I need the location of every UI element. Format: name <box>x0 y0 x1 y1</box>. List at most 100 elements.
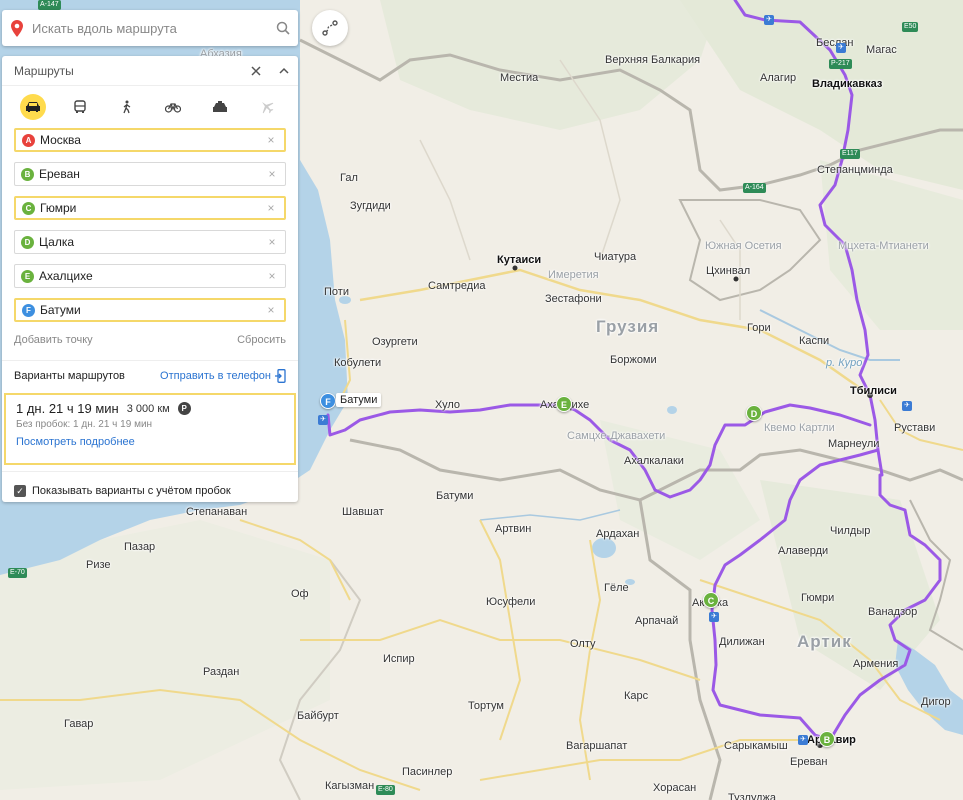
route-distance: 3 000 км <box>126 402 170 415</box>
place-label: Цхинвал <box>706 265 751 277</box>
place-label: Самтредиа <box>428 280 486 292</box>
waypoint-value: Батуми <box>40 303 81 317</box>
waypoint-field[interactable]: E Ахалцихе × <box>14 264 286 288</box>
waypoint-field[interactable]: C Гюмри × <box>14 196 286 220</box>
place-label: Зестафони <box>545 293 602 305</box>
place-label: Кагызман <box>325 780 375 792</box>
place-label: Верхняя Балкария <box>605 54 701 66</box>
route-icon <box>322 20 338 36</box>
clear-icon[interactable]: × <box>264 133 278 147</box>
waypoint-letter: A <box>22 133 35 147</box>
close-icon[interactable] <box>242 56 270 86</box>
place-label: Вагаршапат <box>566 740 628 752</box>
place-label: Поти <box>324 286 349 298</box>
route-no-traffic: Без пробок: 1 дн. 21 ч 19 мин <box>16 419 153 430</box>
clear-icon[interactable]: × <box>265 269 279 283</box>
route-pin-label: Батуми <box>336 393 382 407</box>
road-sign: E-70 <box>8 568 27 578</box>
walk-mode-icon[interactable] <box>114 94 140 120</box>
airport-icon: ✈ <box>902 401 912 411</box>
waypoint-field[interactable]: F Батуми × <box>14 298 286 322</box>
place-label: Арпачай <box>635 615 679 627</box>
reset-link[interactable]: Сбросить <box>237 334 286 354</box>
place-label: Самцхе-Джавахети <box>567 430 666 442</box>
route-pin-b[interactable]: B <box>819 731 835 747</box>
clear-icon[interactable]: × <box>264 303 278 317</box>
bus-mode-icon[interactable] <box>67 94 93 120</box>
plane-mode-icon[interactable] <box>254 94 280 120</box>
place-label: Южная Осетия <box>705 240 782 252</box>
search-icon[interactable] <box>268 10 298 46</box>
clear-icon[interactable]: × <box>265 235 279 249</box>
route-variant-card[interactable]: 1 дн. 21 ч 19 мин 3 000 км P Без пробок:… <box>4 393 296 465</box>
place-label: Беслан <box>816 37 854 49</box>
waypoint-value: Ахалцихе <box>39 269 93 283</box>
place-label: Тузлуджа <box>728 792 776 800</box>
road-sign: A-147 <box>38 0 61 10</box>
place-label: Марнеули <box>828 438 880 450</box>
variants-row: Варианты маршрутов Отправить в телефон <box>2 361 298 391</box>
place-label: Гёле <box>604 582 629 594</box>
transport-modes <box>2 86 298 128</box>
route-pin-e[interactable]: E <box>556 396 572 412</box>
paid-road-icon: P <box>177 402 191 415</box>
phone-icon <box>275 369 286 383</box>
route-pin-c[interactable]: C <box>703 592 719 608</box>
taxi-mode-icon[interactable] <box>207 94 233 120</box>
road-sign: E117 <box>840 149 860 159</box>
place-label: Гавар <box>64 718 94 730</box>
place-label: Ардахан <box>596 528 640 540</box>
clear-icon[interactable]: × <box>265 167 279 181</box>
bike-mode-icon[interactable] <box>160 94 186 120</box>
waypoint-value: Ереван <box>39 167 80 181</box>
place-label: Степанцминда <box>817 164 893 176</box>
place-label: Олту <box>570 638 596 650</box>
route-search-box <box>2 10 298 46</box>
send-to-phone-link[interactable]: Отправить в телефон <box>160 369 286 383</box>
traffic-option[interactable]: ✓ Показывать варианты с учётом пробок <box>2 471 298 509</box>
chevron-up-icon[interactable] <box>270 56 298 86</box>
waypoint-value: Гюмри <box>40 201 77 215</box>
waypoint-letter: D <box>21 235 34 249</box>
add-point-link[interactable]: Добавить точку <box>14 334 93 354</box>
road-sign: A-164 <box>743 183 766 193</box>
place-label: Хуло <box>435 399 461 411</box>
place-label: Боржоми <box>610 354 657 366</box>
place-label: Местиа <box>500 72 539 84</box>
place-label: Квемо Картли <box>764 422 835 434</box>
clear-icon[interactable]: × <box>264 201 278 215</box>
place-label: Алаверди <box>778 545 829 557</box>
car-mode-icon[interactable] <box>20 94 47 120</box>
route-search-input[interactable] <box>32 20 268 36</box>
route-details-link[interactable]: Посмотреть подробнее <box>16 436 284 448</box>
country-label: Артик <box>797 632 852 651</box>
place-label: Каспи <box>799 335 830 347</box>
place-label: Озургети <box>372 336 418 348</box>
traffic-checkbox-label: Показывать варианты с учётом пробок <box>32 484 231 497</box>
variants-label: Варианты маршрутов <box>14 370 125 382</box>
place-label: Рустави <box>894 422 936 434</box>
place-label: Пазар <box>124 541 156 553</box>
place-label: Тортум <box>468 700 504 712</box>
waypoint-actions: Добавить точку Сбросить <box>2 332 298 354</box>
place-label: Дигор <box>921 696 951 708</box>
map-pin-icon <box>2 10 32 46</box>
waypoint-value: Москва <box>40 133 81 147</box>
route-mode-button[interactable] <box>312 10 348 46</box>
route-pin-f[interactable]: F <box>320 393 336 409</box>
road-sign: P-217 <box>829 59 852 69</box>
place-label: Шавшат <box>342 506 384 518</box>
panel-title: Маршруты <box>14 63 74 78</box>
place-label: Имеретия <box>548 269 599 281</box>
place-label: Армения <box>853 658 899 670</box>
waypoint-field[interactable]: D Цалка × <box>14 230 286 254</box>
airport-icon: ✈ <box>318 415 328 425</box>
checkbox-checked-icon[interactable]: ✓ <box>14 484 26 497</box>
river-label: р. Куро <box>826 357 863 369</box>
route-pin-d[interactable]: D <box>746 405 762 421</box>
waypoint-field[interactable]: B Ереван × <box>14 162 286 186</box>
place-label: Ахалкалаки <box>624 455 684 467</box>
place-label: Артвин <box>495 523 532 535</box>
waypoint-field[interactable]: A Москва × <box>14 128 286 152</box>
place-label: Гори <box>747 322 771 334</box>
